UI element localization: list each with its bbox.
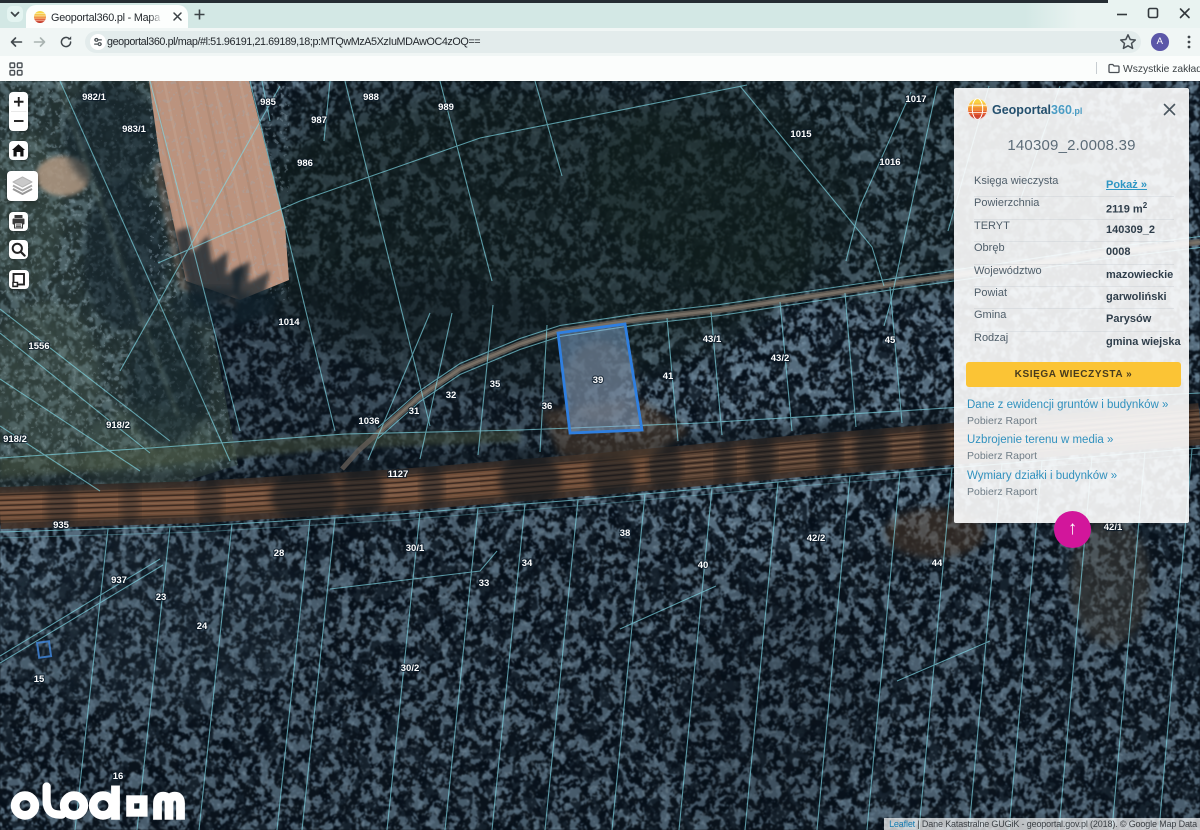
svg-text:30/2: 30/2 — [401, 663, 420, 674]
svg-text:42/2: 42/2 — [807, 533, 826, 544]
svg-text:15: 15 — [34, 674, 45, 685]
svg-text:982/1: 982/1 — [82, 92, 106, 103]
svg-text:44: 44 — [932, 558, 943, 569]
svg-text:39: 39 — [593, 375, 604, 386]
svg-text:988: 988 — [363, 92, 379, 103]
svg-text:45: 45 — [885, 335, 896, 346]
svg-text:36: 36 — [542, 401, 553, 412]
svg-text:986: 986 — [297, 158, 313, 169]
svg-text:35: 35 — [490, 379, 501, 390]
svg-text:16: 16 — [113, 771, 124, 782]
svg-text:918/2: 918/2 — [106, 420, 130, 431]
svg-text:34: 34 — [522, 558, 533, 569]
svg-text:31: 31 — [409, 406, 420, 417]
svg-text:40: 40 — [698, 560, 709, 571]
svg-text:1016: 1016 — [879, 157, 900, 168]
svg-text:41: 41 — [663, 371, 674, 382]
svg-text:23: 23 — [156, 592, 167, 603]
svg-text:38: 38 — [620, 528, 631, 539]
svg-text:1127: 1127 — [388, 469, 409, 480]
svg-text:43/2: 43/2 — [771, 353, 790, 364]
svg-text:33: 33 — [479, 578, 490, 589]
svg-text:30/1: 30/1 — [406, 543, 425, 554]
svg-text:43/1: 43/1 — [703, 334, 722, 345]
svg-text:918/2: 918/2 — [3, 434, 27, 445]
svg-text:987: 987 — [311, 115, 327, 126]
svg-text:24: 24 — [197, 621, 208, 632]
svg-text:42/1: 42/1 — [1104, 522, 1123, 533]
svg-text:1556: 1556 — [28, 341, 49, 352]
svg-text:989: 989 — [438, 102, 454, 113]
svg-text:28: 28 — [274, 548, 285, 559]
svg-text:1014: 1014 — [278, 317, 300, 328]
svg-text:935: 935 — [53, 520, 70, 531]
svg-text:983/1: 983/1 — [122, 124, 146, 135]
svg-text:1036: 1036 — [358, 416, 379, 427]
svg-text:985: 985 — [260, 97, 277, 108]
svg-text:1015: 1015 — [790, 129, 812, 140]
svg-text:1017: 1017 — [905, 94, 926, 105]
svg-text:32: 32 — [446, 390, 457, 401]
svg-text:937: 937 — [111, 575, 127, 586]
